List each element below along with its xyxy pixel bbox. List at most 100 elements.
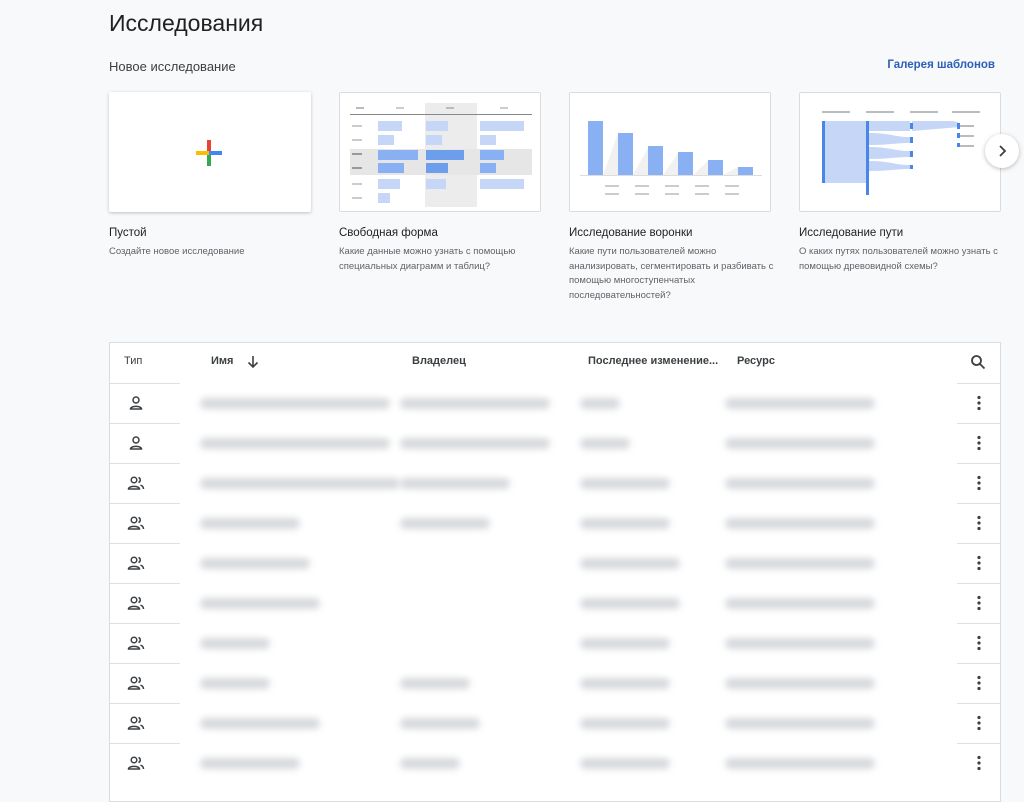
redacted-cell <box>400 678 470 689</box>
more-vert-icon[interactable] <box>972 394 986 412</box>
column-header-name[interactable]: Имя <box>211 355 233 367</box>
template-card-blank[interactable]: Пустой Создайте новое исследование <box>109 92 311 260</box>
row-divider <box>957 423 1000 424</box>
more-vert-icon[interactable] <box>972 554 986 572</box>
redacted-cell <box>580 678 670 689</box>
redacted-cell <box>725 398 875 409</box>
redacted-cell <box>580 558 680 569</box>
more-vert-icon[interactable] <box>972 754 986 772</box>
arrow-down-icon[interactable] <box>247 355 259 369</box>
table-row[interactable] <box>110 743 1000 783</box>
new-exploration-heading: Новое исследование <box>109 59 236 74</box>
row-divider <box>957 743 1000 744</box>
column-header-resource[interactable]: Ресурс <box>737 355 775 367</box>
row-divider <box>110 543 180 544</box>
template-card-path[interactable]: Исследование пути О каких путях пользова… <box>799 92 1001 274</box>
more-vert-icon[interactable] <box>972 674 986 692</box>
row-divider <box>110 663 180 664</box>
table-row[interactable] <box>110 503 1000 543</box>
template-title: Исследование воронки <box>569 227 693 239</box>
column-header-owner[interactable]: Владелец <box>412 355 466 367</box>
redacted-cell <box>400 718 480 729</box>
template-thumb-blank[interactable] <box>109 92 311 212</box>
redacted-cell <box>400 398 550 409</box>
more-vert-icon[interactable] <box>972 514 986 532</box>
row-divider <box>110 703 180 704</box>
template-card-free-form[interactable]: Свободная форма Какие данные можно узнат… <box>339 92 541 274</box>
template-card-funnel[interactable]: Исследование воронки Какие пути пользова… <box>569 92 774 303</box>
row-divider <box>110 583 180 584</box>
template-description: Какие пути пользователей можно анализиро… <box>569 246 774 301</box>
table-row[interactable] <box>110 383 1000 423</box>
more-vert-icon[interactable] <box>972 714 986 732</box>
row-divider <box>110 463 180 464</box>
more-vert-icon[interactable] <box>972 594 986 612</box>
column-header-type[interactable]: Тип <box>124 355 142 367</box>
redacted-cell <box>725 758 875 769</box>
row-divider <box>957 703 1000 704</box>
table-row[interactable] <box>110 663 1000 703</box>
redacted-cell <box>200 438 390 449</box>
path-preview-icon <box>822 111 980 195</box>
search-icon[interactable] <box>970 354 986 370</box>
redacted-cell <box>400 438 550 449</box>
row-divider <box>957 543 1000 544</box>
funnel-preview-icon <box>580 121 762 195</box>
table-row[interactable] <box>110 543 1000 583</box>
redacted-cell <box>725 718 875 729</box>
group-icon <box>127 555 145 571</box>
template-description: Какие данные можно узнать с помощью спец… <box>339 246 516 272</box>
redacted-cell <box>580 478 670 489</box>
group-icon <box>127 755 145 771</box>
more-vert-icon[interactable] <box>972 634 986 652</box>
table-row[interactable] <box>110 623 1000 663</box>
redacted-cell <box>200 678 270 689</box>
more-vert-icon[interactable] <box>972 434 986 452</box>
person-icon <box>127 395 145 411</box>
redacted-cell <box>200 398 390 409</box>
template-thumb-funnel[interactable] <box>569 92 771 212</box>
template-title: Пустой <box>109 227 147 239</box>
chevron-right-icon <box>999 145 1007 157</box>
template-gallery-link[interactable]: Галерея шаблонов <box>887 59 995 71</box>
group-icon <box>127 475 145 491</box>
redacted-cell <box>200 758 300 769</box>
table-row[interactable] <box>110 583 1000 623</box>
redacted-cell <box>200 598 320 609</box>
plus-icon <box>196 140 222 166</box>
redacted-cell <box>580 598 680 609</box>
redacted-cell <box>580 718 670 729</box>
row-divider <box>110 503 180 504</box>
next-templates-button[interactable] <box>985 134 1019 168</box>
template-title: Исследование пути <box>799 227 904 239</box>
redacted-cell <box>580 438 630 449</box>
template-description: Создайте новое исследование <box>109 246 245 257</box>
redacted-cell <box>400 758 460 769</box>
redacted-cell <box>200 558 310 569</box>
row-divider <box>957 383 1000 384</box>
table-row[interactable] <box>110 703 1000 743</box>
more-vert-icon[interactable] <box>972 474 986 492</box>
row-divider <box>957 583 1000 584</box>
template-thumb-path[interactable] <box>799 92 1001 212</box>
redacted-cell <box>725 598 875 609</box>
row-divider <box>110 423 180 424</box>
person-icon <box>127 435 145 451</box>
explorations-table: Тип Имя Владелец Последнее изменение... … <box>109 342 1001 802</box>
group-icon <box>127 715 145 731</box>
template-thumb-free-form[interactable] <box>339 92 541 212</box>
table-row[interactable] <box>110 423 1000 463</box>
table-row[interactable] <box>110 463 1000 503</box>
redacted-cell <box>725 638 875 649</box>
redacted-cell <box>200 478 400 489</box>
redacted-cell <box>200 718 320 729</box>
column-header-last-modified[interactable]: Последнее изменение... <box>588 355 718 367</box>
redacted-cell <box>725 518 875 529</box>
row-divider <box>110 383 180 384</box>
redacted-cell <box>200 638 270 649</box>
row-divider <box>110 623 180 624</box>
page-title: Исследования <box>109 10 264 36</box>
row-divider <box>110 743 180 744</box>
row-divider <box>957 463 1000 464</box>
redacted-cell <box>725 558 875 569</box>
